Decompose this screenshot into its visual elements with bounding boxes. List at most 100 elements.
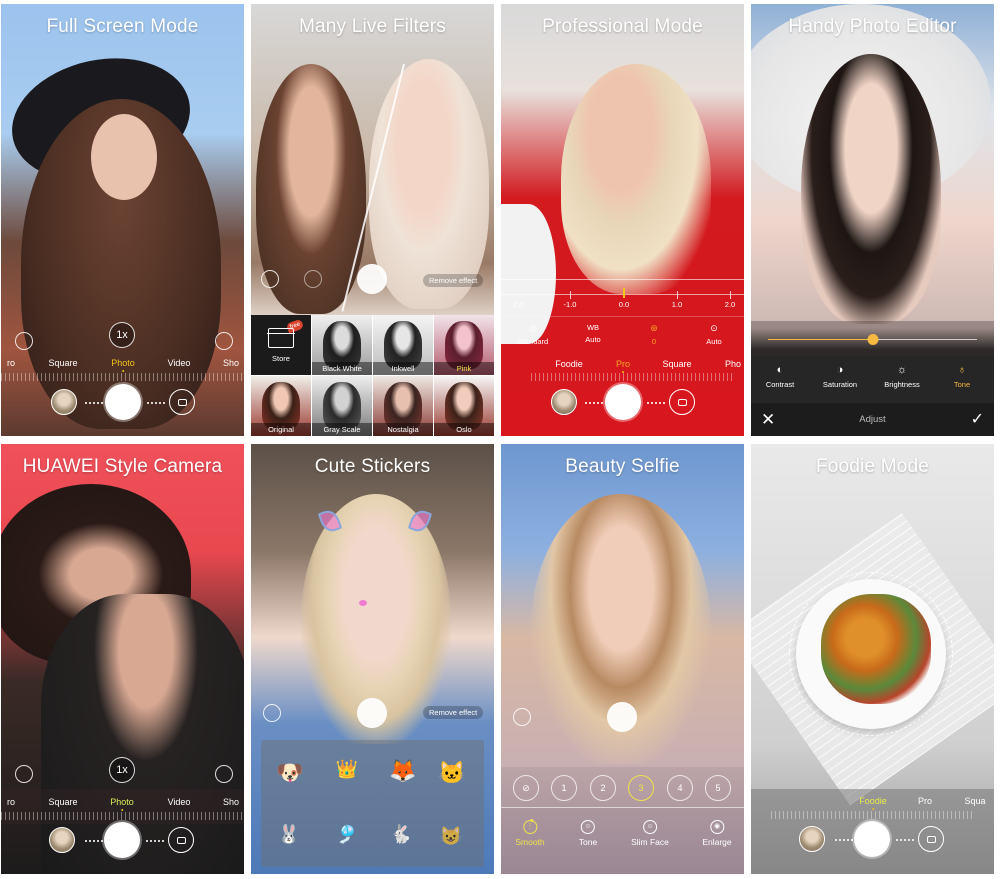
- pro-setting-metering[interactable]: ◎ Standard: [518, 323, 548, 346]
- camera-flip-icon: [926, 835, 936, 843]
- pro-setting-focus[interactable]: ⊙ Auto: [706, 323, 721, 346]
- effect-icon[interactable]: [304, 270, 322, 288]
- filter-store[interactable]: free Store: [251, 315, 311, 375]
- gallery-thumbnail[interactable]: [51, 389, 77, 415]
- tool-brightness[interactable]: ☼ Brightness: [884, 364, 919, 390]
- switch-camera-button[interactable]: [169, 389, 195, 415]
- brightness-icon: ☼: [896, 364, 908, 376]
- shutter-button[interactable]: [854, 821, 890, 857]
- switch-camera-button[interactable]: [918, 826, 944, 852]
- mode-item-active[interactable]: Photo: [110, 797, 134, 807]
- level-button[interactable]: 5: [705, 775, 731, 801]
- panel-foodie-mode: Foodie Mode Foodie Pro Squa: [751, 444, 994, 874]
- level-button[interactable]: 4: [667, 775, 693, 801]
- level-button-active[interactable]: 3: [628, 775, 654, 801]
- filter-item[interactable]: Original: [251, 376, 311, 436]
- tool-contrast[interactable]: ◐ Contrast: [766, 365, 794, 390]
- beauty-toggle-icon[interactable]: [15, 332, 33, 350]
- gallery-thumbnail[interactable]: [551, 389, 577, 415]
- sticker-cat-outline[interactable]: 😺: [436, 821, 466, 851]
- smooth-icon: ⋮: [522, 819, 537, 834]
- sticker-dog[interactable]: 🐶: [275, 758, 305, 788]
- mode-item[interactable]: Pho: [725, 359, 741, 369]
- mode-ruler[interactable]: [531, 373, 734, 381]
- compare-icon[interactable]: [261, 270, 279, 288]
- switch-camera-button[interactable]: [669, 389, 695, 415]
- filter-item[interactable]: Inkwell: [373, 315, 433, 375]
- mode-ruler[interactable]: [1, 812, 244, 820]
- capture-button[interactable]: [357, 698, 387, 728]
- tool-label: Saturation: [822, 380, 858, 389]
- compare-icon[interactable]: [263, 704, 281, 722]
- sticker-bunny-ears[interactable]: 🐰: [274, 819, 304, 849]
- ev-tick: [677, 291, 678, 299]
- adjust-slider-knob[interactable]: [867, 334, 878, 345]
- mode-item-active[interactable]: Pro: [616, 359, 630, 369]
- edit-toolbar: ◐ Contrast ◑ Saturation ☼ Brightness ♁ T…: [751, 356, 994, 403]
- filter-label: Nostalgia: [373, 423, 433, 436]
- tool-smooth[interactable]: ⋮ Smooth: [515, 819, 545, 847]
- camera-flip-icon: [177, 398, 187, 406]
- remove-effect-button[interactable]: Remove effect: [423, 274, 484, 287]
- pro-setting-wb[interactable]: WB Auto: [585, 323, 600, 344]
- check-icon[interactable]: ✓: [971, 409, 984, 429]
- panel-title: Foodie Mode: [815, 456, 930, 477]
- zoom-button[interactable]: 1x: [109, 757, 135, 783]
- switch-camera-button[interactable]: [168, 827, 194, 853]
- filter-item-selected[interactable]: Pink: [434, 315, 494, 375]
- capture-button[interactable]: [607, 702, 637, 732]
- remove-effect-button[interactable]: Remove effect: [423, 706, 484, 719]
- shutter-button[interactable]: [105, 384, 141, 420]
- capture-button[interactable]: [357, 264, 387, 294]
- tool-slim-face[interactable]: ☺ Slim Face: [631, 820, 669, 847]
- zoom-button[interactable]: 1x: [109, 322, 135, 348]
- mode-ruler[interactable]: [1, 373, 244, 381]
- tool-saturation[interactable]: ◑ Saturation: [822, 365, 858, 390]
- level-button[interactable]: 1: [551, 775, 577, 801]
- tool-enlarge[interactable]: ◉ Enlarge: [702, 820, 732, 847]
- mode-item[interactable]: Square: [662, 359, 691, 369]
- mode-item[interactable]: Sho: [223, 797, 239, 807]
- mode-item-active[interactable]: Photo: [111, 358, 135, 368]
- filter-item[interactable]: Gray Scale: [312, 376, 372, 436]
- level-button[interactable]: 2: [590, 775, 616, 801]
- tool-tone[interactable]: ☺ Tone: [579, 820, 597, 847]
- face-effect-icon[interactable]: [215, 765, 233, 783]
- gallery-thumbnail[interactable]: [799, 826, 825, 852]
- compare-icon[interactable]: [513, 708, 531, 726]
- pro-setting-exposure[interactable]: ⊛ 0: [650, 323, 658, 346]
- mode-item-active[interactable]: Foodie: [859, 796, 887, 806]
- subject-shape: [561, 64, 711, 294]
- adjust-slider-fill: [768, 339, 873, 340]
- gallery-thumbnail[interactable]: [49, 827, 75, 853]
- mode-item[interactable]: Foodie: [555, 359, 583, 369]
- sticker-fox[interactable]: 🦊: [388, 756, 418, 786]
- sticker-crown[interactable]: 👑: [332, 754, 362, 784]
- panel-full-screen-mode: Full Screen Mode 1x ro Square Photo Vide…: [1, 4, 244, 436]
- filter-item[interactable]: Black White: [312, 315, 372, 375]
- filter-item[interactable]: Oslo: [434, 376, 494, 436]
- shutter-button[interactable]: [605, 384, 641, 420]
- edit-bottom-bar: ✕ Adjust ✓: [751, 403, 994, 436]
- filter-item[interactable]: Nostalgia: [373, 376, 433, 436]
- mode-item[interactable]: Square: [48, 797, 77, 807]
- setting-value: Auto: [585, 335, 601, 344]
- mode-item[interactable]: Video: [168, 797, 191, 807]
- sticker-bunny-doll[interactable]: 🐇: [386, 819, 416, 849]
- beauty-toggle-icon[interactable]: [15, 765, 33, 783]
- mode-ruler[interactable]: [771, 811, 974, 819]
- mode-item[interactable]: Square: [48, 358, 77, 368]
- mode-item[interactable]: Sho: [223, 358, 239, 368]
- mode-item[interactable]: Video: [168, 358, 191, 368]
- mode-item[interactable]: ro: [7, 797, 15, 807]
- sticker-white-cat[interactable]: 🐱: [437, 758, 467, 788]
- mode-item[interactable]: Squa: [964, 796, 985, 806]
- tool-tone[interactable]: ♁ Tone: [954, 365, 970, 390]
- mode-item[interactable]: ro: [7, 358, 15, 368]
- ev-marker[interactable]: [623, 288, 625, 298]
- shutter-button[interactable]: [104, 822, 140, 858]
- mode-item[interactable]: Pro: [918, 796, 932, 806]
- level-off-button[interactable]: ⊘: [513, 775, 539, 801]
- face-effect-icon[interactable]: [215, 332, 233, 350]
- sticker-pinwheel[interactable]: 🎐: [332, 819, 362, 849]
